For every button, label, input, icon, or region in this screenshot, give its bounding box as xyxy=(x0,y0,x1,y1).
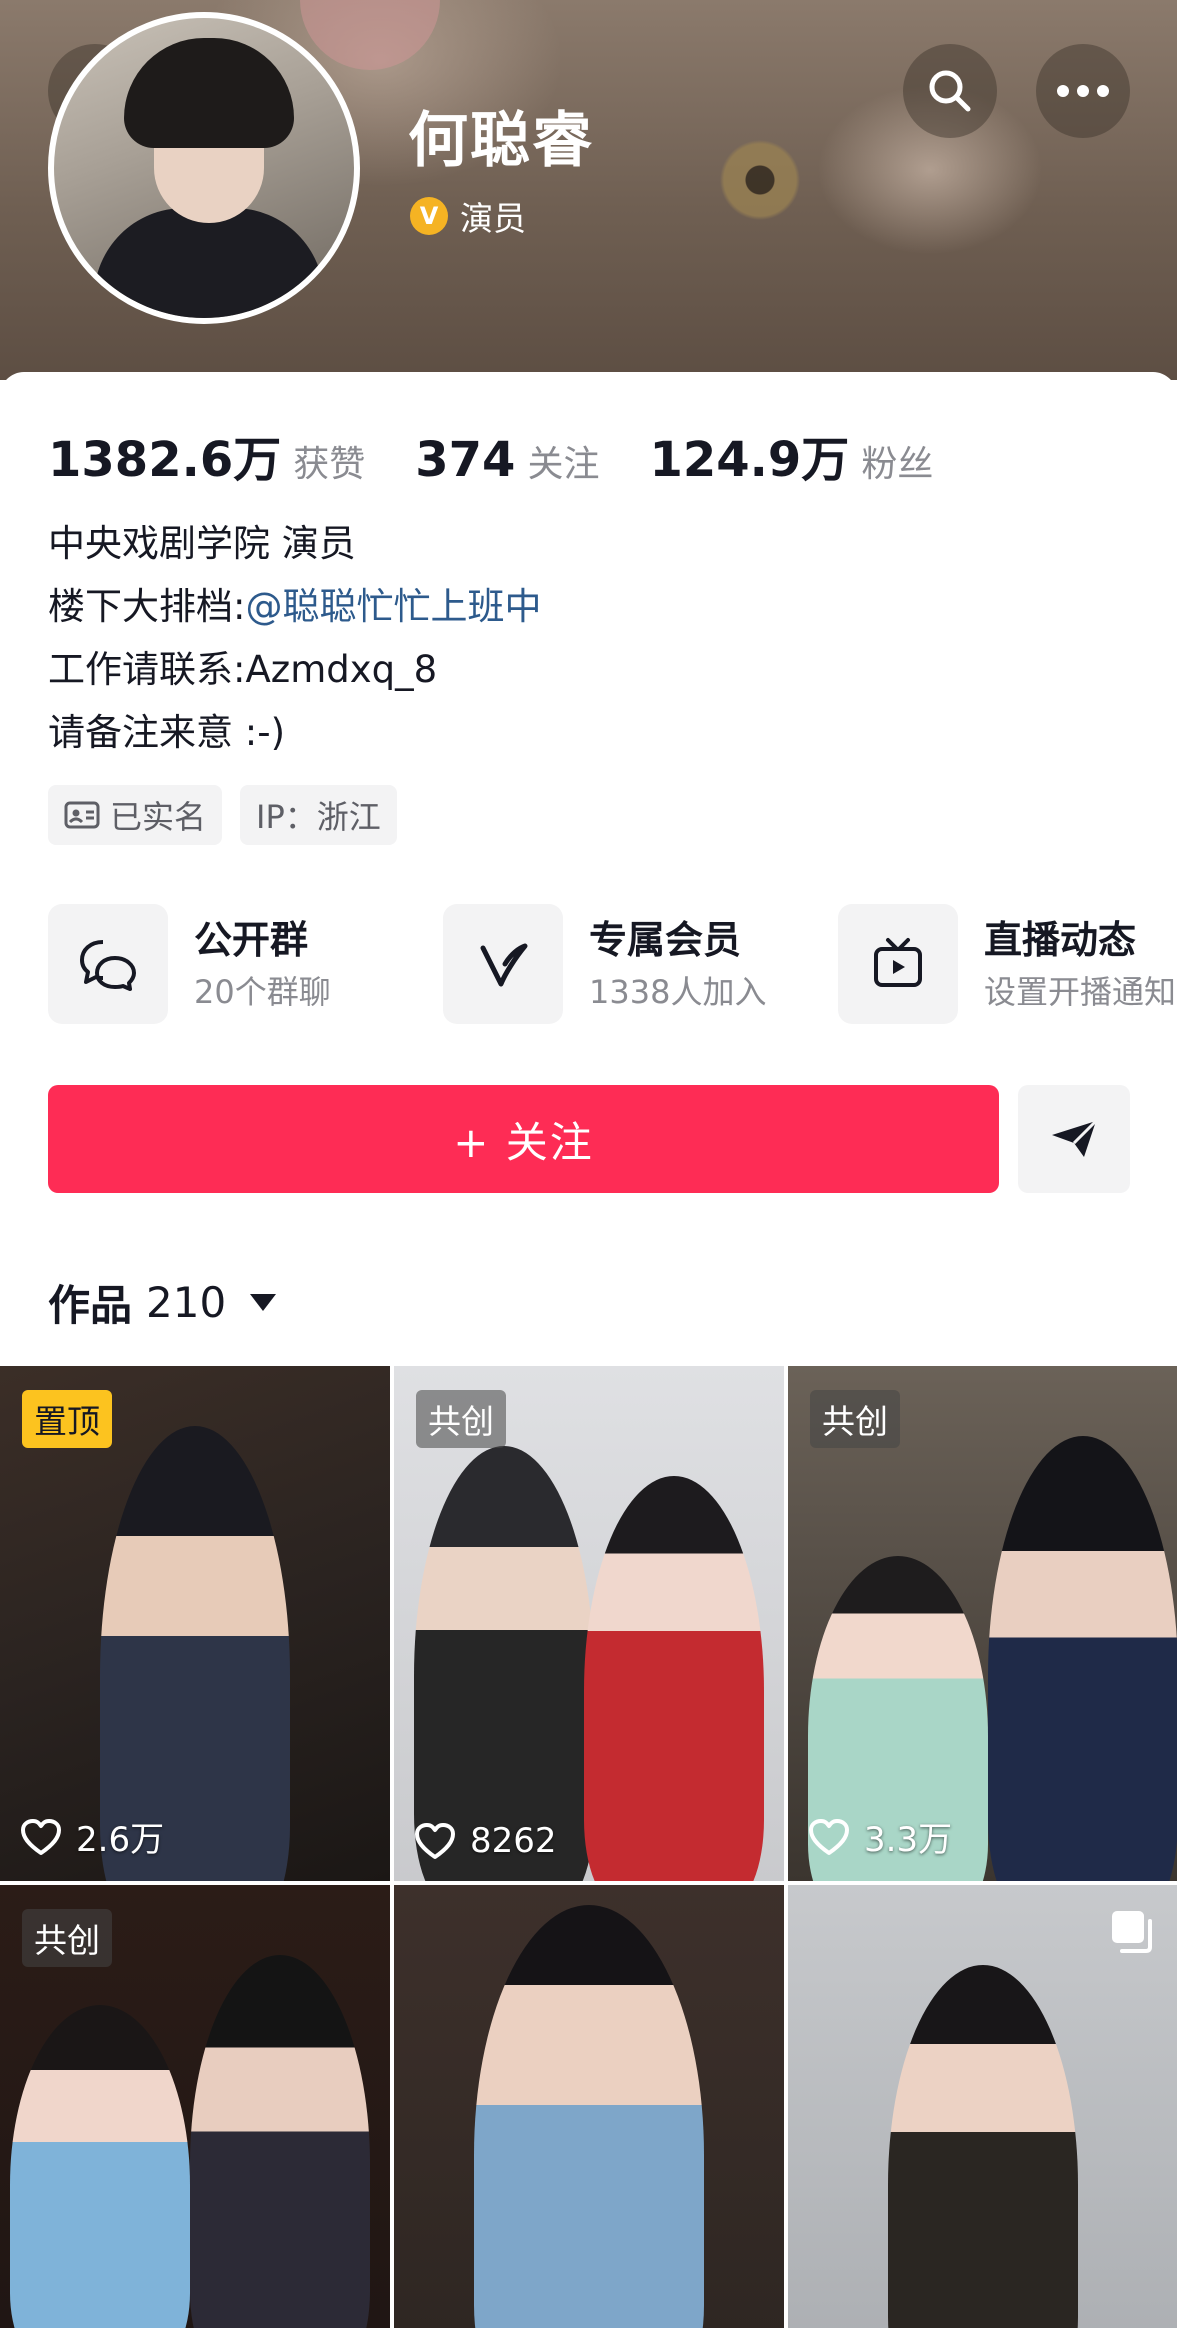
heart-icon xyxy=(809,1818,849,1855)
feature-membership[interactable]: 专属会员 1338人加入 xyxy=(443,904,838,1024)
like-count-value: 8262 xyxy=(470,1821,557,1861)
stats-row: 1382.6万 获赞 374 关注 124.9万 粉丝 xyxy=(48,420,983,490)
video-thumbnail-figure xyxy=(414,1446,594,1881)
follow-button[interactable]: + 关注 xyxy=(48,1085,999,1193)
like-count-value: 3.3万 xyxy=(864,1820,953,1860)
verified-v-icon: V xyxy=(410,197,448,235)
video-thumbnail-figure xyxy=(10,2005,190,2328)
tag-label: 已实名 xyxy=(110,798,207,836)
stat-value: 1382.6万 xyxy=(48,432,282,488)
like-count: 3.3万 xyxy=(808,1812,952,1861)
like-count-value: 2.6万 xyxy=(76,1820,165,1860)
verification-label: 演员 xyxy=(460,199,526,238)
search-button[interactable] xyxy=(903,44,997,138)
video-tile[interactable] xyxy=(788,1885,1177,2328)
bio-line: 请备注来意 :-) xyxy=(48,711,286,754)
video-thumbnail-figure xyxy=(474,1905,704,2328)
heart-icon xyxy=(21,1818,61,1855)
bio-line: 中央戏剧学院 演员 xyxy=(48,522,356,565)
feature-title: 专属会员 xyxy=(589,918,742,962)
feature-title: 公开群 xyxy=(194,918,309,962)
video-tile[interactable]: 共创 8262 xyxy=(394,1366,784,1881)
like-count: 8262 xyxy=(414,1821,557,1861)
tag-label: IP：浙江 xyxy=(256,798,381,836)
tag-ip-location: IP：浙江 xyxy=(240,785,397,845)
stat-likes[interactable]: 1382.6万 获赞 xyxy=(48,420,365,490)
feature-icon-box xyxy=(48,904,168,1024)
co-creation-badge: 共创 xyxy=(22,1909,112,1967)
video-thumbnail-figure xyxy=(190,1955,370,2328)
avatar-shape xyxy=(94,208,324,318)
caret-down-icon xyxy=(250,1294,277,1311)
bio-line: 楼下大排档:@聪聪忙忙上班中 xyxy=(48,575,541,638)
multi-image-icon xyxy=(1112,1911,1152,1953)
stat-followers[interactable]: 124.9万 粉丝 xyxy=(649,420,933,490)
feature-subtitle: 1338人加入 xyxy=(589,973,767,1011)
search-icon xyxy=(929,70,971,112)
works-tab[interactable]: 作品 210 xyxy=(48,1272,277,1333)
pinned-badge: 置顶 xyxy=(22,1390,112,1448)
feature-icon-box xyxy=(443,904,563,1024)
feature-icon-box xyxy=(838,904,958,1024)
avatar-shape xyxy=(124,38,294,148)
co-creation-badge: 共创 xyxy=(416,1390,506,1448)
video-tile[interactable]: 共创 xyxy=(0,1885,390,2328)
more-dots-icon xyxy=(1057,85,1109,97)
video-thumbnail-figure xyxy=(888,1965,1078,2328)
stat-label: 关注 xyxy=(527,444,600,485)
more-button[interactable] xyxy=(1036,44,1130,138)
profile-tags: 已实名 IP：浙江 xyxy=(48,785,397,845)
stat-label: 获赞 xyxy=(293,444,366,485)
share-button[interactable] xyxy=(1018,1085,1130,1193)
profile-card: 1382.6万 获赞 374 关注 124.9万 粉丝 中央戏剧学院 演员 楼下… xyxy=(0,372,1177,1372)
profile-name: 何聪睿 xyxy=(408,106,594,176)
stat-following[interactable]: 374 关注 xyxy=(415,432,599,488)
works-label: 作品 xyxy=(48,1281,133,1330)
works-count: 210 xyxy=(146,1278,227,1327)
v-member-icon xyxy=(480,943,528,987)
video-thumbnail-figure xyxy=(584,1476,764,1881)
heart-icon xyxy=(415,1823,455,1859)
video-tile[interactable]: 置顶 2.6万 xyxy=(0,1366,390,1881)
mention-link[interactable]: @聪聪忙忙上班中 xyxy=(245,585,541,628)
tag-real-name: 已实名 xyxy=(48,785,223,845)
bio-text: 楼下大排档: xyxy=(48,585,246,628)
banner-decoration xyxy=(300,0,440,70)
id-card-icon xyxy=(64,801,100,829)
co-creation-badge: 共创 xyxy=(810,1390,900,1448)
stat-value: 374 xyxy=(415,432,516,488)
video-thumbnail-figure xyxy=(988,1436,1177,1881)
send-icon xyxy=(1052,1119,1098,1157)
bio-line: 工作请联系:Azmdxq_8 xyxy=(48,648,438,691)
feature-subtitle: 20个群聊 xyxy=(194,973,331,1011)
stat-value: 124.9万 xyxy=(649,432,850,488)
banner-decoration xyxy=(720,140,800,220)
video-tile[interactable] xyxy=(394,1885,784,2328)
avatar[interactable] xyxy=(48,12,360,324)
feature-subtitle: 设置开播通知 xyxy=(984,973,1177,1011)
like-count: 2.6万 xyxy=(20,1812,164,1861)
feature-title: 直播动态 xyxy=(984,918,1137,962)
feature-entries: 公开群 20个群聊 专属会员 1338人加入 直播动态 设置开播通知 xyxy=(48,904,1177,1024)
video-tile[interactable]: 共创 3.3万 xyxy=(788,1366,1177,1881)
chat-bubbles-icon xyxy=(80,940,136,991)
tv-live-icon xyxy=(874,938,922,987)
bio: 中央戏剧学院 演员 楼下大排档:@聪聪忙忙上班中 工作请联系:Azmdxq_8 … xyxy=(48,512,541,764)
feature-public-group[interactable]: 公开群 20个群聊 xyxy=(48,904,443,1024)
feature-live-updates[interactable]: 直播动态 设置开播通知 xyxy=(838,904,1177,1024)
verification-badge: V 演员 xyxy=(410,192,526,240)
stat-label: 粉丝 xyxy=(861,444,934,485)
